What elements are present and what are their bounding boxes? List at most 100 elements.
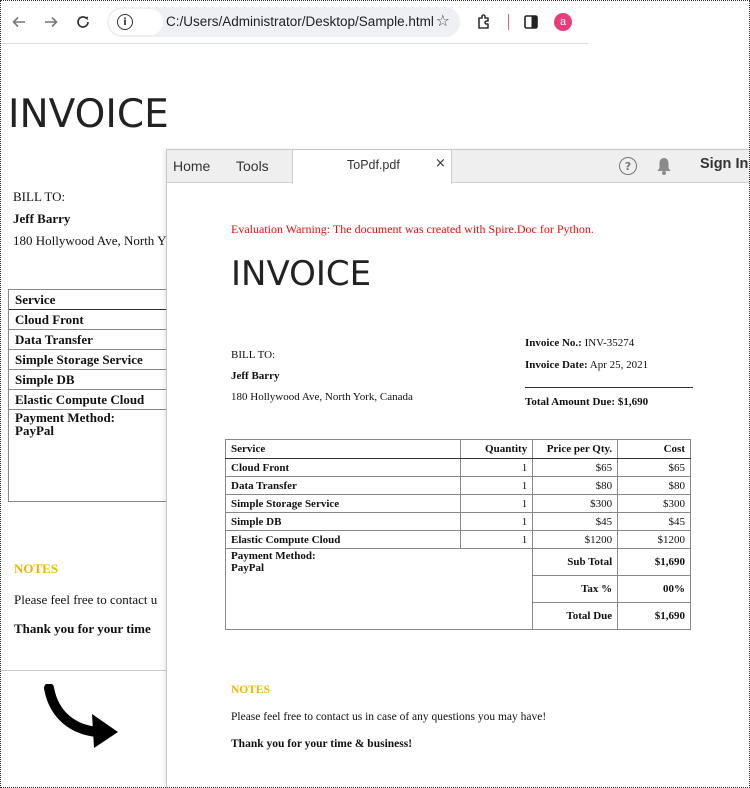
invoice-date: Invoice Date: Apr 25, 2021 [525, 357, 693, 379]
cost-cell: $300 [617, 494, 691, 513]
help-icon[interactable]: ? [619, 157, 637, 175]
invoice-number-value: INV-35274 [584, 337, 635, 349]
column-header: Cost [617, 439, 691, 459]
subtotal-label: Sub Total [532, 548, 619, 576]
customer-address: 180 Hollywood Ave, North York, Canada [231, 391, 413, 403]
table-row: Data Transfer [9, 330, 177, 350]
toolbar-separator [508, 14, 509, 30]
table-row: Simple Storage Service [9, 350, 177, 370]
notes-heading: NOTES [14, 561, 59, 576]
service-cell: Data Transfer [224, 476, 462, 495]
address-text[interactable]: C:/Users/Administrator/Desktop/Sample.ht… [166, 14, 434, 29]
invoice-date-label: Invoice Date: [525, 359, 588, 371]
invoice-details: Invoice No.: INV-35274 Invoice Date: Apr… [525, 335, 693, 416]
table-row: Simple Storage Service 1 $300 $300 [224, 494, 691, 513]
invoice-date-value: Apr 25, 2021 [589, 359, 649, 371]
quantity-cell: 1 [460, 476, 534, 495]
table-row: Elastic Compute Cloud [9, 390, 177, 410]
price-cell: $45 [532, 512, 619, 531]
subtotal-row: Payment Method: PayPal Sub Total $1,690 [224, 548, 691, 630]
bell-icon[interactable] [655, 156, 673, 176]
total-amount-due: Total Amount Due: $1,690 [525, 394, 693, 416]
divider [525, 387, 693, 388]
table-header: Service [9, 290, 177, 310]
total-label: Total Due [532, 602, 619, 630]
evaluation-warning: Evaluation Warning: The document was cre… [231, 222, 594, 236]
table-row: Elastic Compute Cloud 1 $1200 $1200 [224, 530, 691, 549]
extensions-icon[interactable] [470, 8, 498, 36]
pdf-tab-bar: Home Tools ToPdf.pdf × ? Sign In [167, 150, 750, 184]
tax-value: 00% [617, 575, 691, 603]
side-panel-icon[interactable] [517, 8, 545, 36]
cost-cell: $45 [617, 512, 691, 531]
invoice-number: Invoice No.: INV-35274 [525, 335, 693, 357]
quantity-cell: 1 [460, 530, 534, 549]
cost-cell: $65 [617, 458, 691, 477]
table-row: Simple DB [9, 370, 177, 390]
site-info-chip[interactable]: i [109, 9, 163, 35]
price-cell: $300 [532, 494, 619, 513]
divider [0, 670, 170, 671]
thanks-text: Thank you for your time & business! [231, 738, 413, 750]
table-header: Service Quantity Price per Qty. Cost [224, 439, 691, 459]
reload-icon[interactable] [69, 8, 97, 36]
invoice-number-label: Invoice No.: [525, 337, 582, 349]
price-cell: $1200 [532, 530, 619, 549]
payment-method: Payment Method: PayPal [224, 548, 534, 630]
curved-arrow-icon [44, 684, 118, 748]
customer-name: Jeff Barry [13, 211, 71, 226]
cost-cell: $1200 [617, 530, 691, 549]
table-row: Cloud Front 1 $65 $65 [224, 458, 691, 477]
html-invoice-title: INVOICE [8, 92, 169, 137]
column-header: Price per Qty. [532, 439, 619, 459]
notes-text: Please feel free to contact u [14, 592, 158, 607]
tab-tools[interactable]: Tools [236, 150, 269, 183]
star-icon[interactable]: ☆ [436, 11, 450, 30]
customer-address: 180 Hollywood Ave, North Y [13, 233, 167, 248]
browser-toolbar: i C:/Users/Administrator/Desktop/Sample.… [0, 0, 588, 44]
sign-in-button[interactable]: Sign In [700, 156, 748, 172]
payment-method: Payment Method: PayPal [9, 410, 177, 437]
thanks-text: Thank you for your time [14, 621, 151, 636]
pdf-page: Evaluation Warning: The document was cre… [167, 184, 750, 788]
payment-label: Payment Method: [231, 550, 316, 562]
tab-home[interactable]: Home [173, 150, 210, 183]
quantity-cell: 1 [460, 494, 534, 513]
service-cell: Cloud Front [224, 458, 462, 477]
address-bar[interactable]: i C:/Users/Administrator/Desktop/Sample.… [107, 7, 460, 37]
bill-to-label: BILL TO: [231, 349, 276, 361]
info-icon: i [117, 14, 133, 30]
notes-text: Please feel free to contact us in case o… [231, 711, 547, 723]
forward-arrow-icon[interactable] [37, 8, 65, 36]
total-value: $1,690 [617, 602, 691, 630]
total-due-label: Total Amount Due: [525, 396, 616, 408]
avatar[interactable]: a [554, 13, 572, 31]
payment-value: PayPal [231, 562, 264, 574]
total-due-value: $1,690 [617, 396, 649, 408]
document-tab-label: ToPdf.pdf [347, 158, 400, 172]
subtotal-value: $1,690 [617, 548, 691, 576]
bill-to-label: BILL TO: [13, 189, 66, 204]
price-cell: $80 [532, 476, 619, 495]
payment-value: PayPal [15, 423, 54, 438]
service-cell: Simple Storage Service [224, 494, 462, 513]
price-cell: $65 [532, 458, 619, 477]
back-arrow-icon[interactable] [5, 8, 33, 36]
service-cell: Elastic Compute Cloud [224, 530, 462, 549]
table-row: Simple DB 1 $45 $45 [224, 512, 691, 531]
html-bill-to: BILL TO: Jeff Barry 180 Hollywood Ave, N… [13, 188, 166, 254]
cost-cell: $80 [617, 476, 691, 495]
html-service-table: Service Cloud Front Data Transfer Simple… [8, 289, 178, 502]
tax-label: Tax % [532, 575, 619, 603]
column-header: Service [224, 439, 462, 459]
pdf-service-table: Service Quantity Price per Qty. Cost Clo… [224, 439, 691, 630]
quantity-cell: 1 [460, 458, 534, 477]
quantity-cell: 1 [460, 512, 534, 531]
tab-document[interactable]: ToPdf.pdf × [292, 150, 452, 184]
column-header: Quantity [460, 439, 534, 459]
pdf-invoice-title: INVOICE [231, 254, 372, 294]
customer-name: Jeff Barry [231, 370, 280, 382]
notes-heading: NOTES [231, 684, 270, 696]
close-icon[interactable]: × [435, 156, 446, 171]
table-row: Cloud Front [9, 310, 177, 330]
